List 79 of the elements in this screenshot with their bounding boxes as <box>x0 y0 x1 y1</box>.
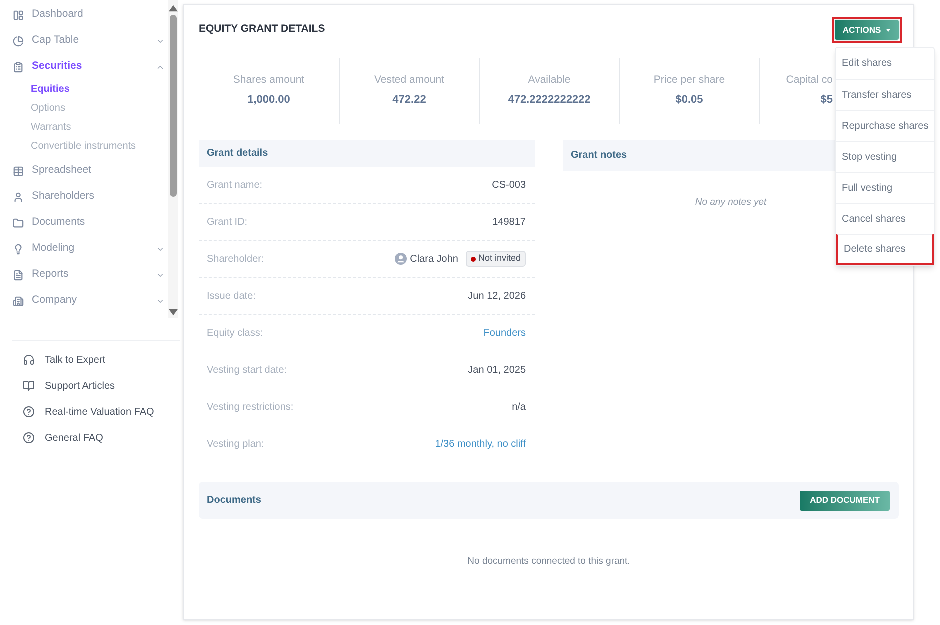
field-value: n/a <box>512 401 526 415</box>
scroll-down-icon[interactable] <box>168 309 178 316</box>
sidebar-item[interactable]: Securities <box>13 59 82 75</box>
panel-icon <box>13 10 24 20</box>
sidebar-subitem[interactable]: Convertible instruments <box>31 139 136 154</box>
stat-value: 1,000.00 <box>248 93 290 108</box>
sidebar-item[interactable]: Company <box>13 293 77 309</box>
field-label: Shareholder: <box>207 252 264 266</box>
actions-button[interactable]: ACTIONS <box>835 20 899 40</box>
field-value: CS-003 <box>492 178 526 192</box>
stat-value: 472.22 <box>392 93 426 108</box>
help-icon <box>23 406 35 418</box>
scroll-up-icon[interactable] <box>168 5 178 12</box>
sidebar-item[interactable]: Shareholders <box>13 189 94 205</box>
folder-icon <box>13 218 24 228</box>
field-value: Jan 01, 2025 <box>468 364 526 378</box>
field-label: Vesting plan: <box>207 438 264 452</box>
field-label: Equity class: <box>207 327 264 341</box>
panel-title: Grant details <box>207 147 268 161</box>
menu-item[interactable]: Stop vesting <box>836 141 934 172</box>
empty-documents-text: No documents connected to this grant. <box>468 555 630 569</box>
building-icon <box>13 296 24 306</box>
scrollbar-thumb[interactable] <box>170 15 176 197</box>
field-label: Grant ID: <box>207 216 248 230</box>
add-document-button[interactable]: ADD DOCUMENT <box>800 490 890 510</box>
menu-item[interactable]: Delete shares <box>836 234 934 265</box>
sidebar-item[interactable]: Dashboard <box>13 7 84 23</box>
section-title: Documents <box>207 494 262 508</box>
status-dot-icon <box>471 256 476 262</box>
stat-label: Vested amount <box>374 73 445 88</box>
sidebar-subitem[interactable]: Options <box>31 101 66 116</box>
menu-item[interactable]: Repurchase shares <box>836 110 934 141</box>
headphones-icon <box>23 354 35 366</box>
stat-label: Shares amount <box>233 73 305 88</box>
menu-item[interactable]: Transfer shares <box>836 79 934 110</box>
avatar-icon <box>395 253 408 265</box>
help-link[interactable]: Talk to Expert <box>23 352 106 368</box>
panel-title: Grant notes <box>571 149 628 163</box>
sidebar-item[interactable]: Modeling <box>13 241 75 257</box>
field-label: Issue date: <box>207 290 256 304</box>
field-label: Vesting start date: <box>207 364 288 378</box>
help-link[interactable]: Support Articles <box>23 378 116 394</box>
sidebar-subitem[interactable]: Warrants <box>31 120 72 135</box>
sidebar-item[interactable]: Documents <box>13 215 86 231</box>
sidebar-subitem[interactable]: Equities <box>31 82 70 97</box>
empty-notes-text: No any notes yet <box>695 196 767 210</box>
scrollbar[interactable] <box>168 0 178 318</box>
pie-chart-icon <box>13 36 24 46</box>
help-icon <box>23 432 35 444</box>
sidebar-item[interactable]: Cap Table <box>13 33 80 49</box>
stat-value: 472.2222222222 <box>508 93 591 108</box>
person-icon <box>13 192 24 202</box>
help-link[interactable]: Real-time Valuation FAQ <box>23 404 154 420</box>
sidebar-item[interactable]: Spreadsheet <box>13 163 92 179</box>
field-value: Jun 12, 2026 <box>468 290 526 304</box>
stat-value: $0.05 <box>676 93 704 108</box>
field-value: 149817 <box>492 216 526 230</box>
stat-value: $5 <box>820 93 833 108</box>
status-label: Not invited <box>478 252 521 266</box>
stat-label: Capital co <box>786 73 833 88</box>
caret-down-icon <box>886 28 892 32</box>
stat-label: Price per share <box>654 73 726 88</box>
field-label: Vesting restrictions: <box>207 401 294 415</box>
field-link[interactable]: Founders <box>484 326 526 341</box>
page-title: EQUITY GRANT DETAILS <box>199 22 326 38</box>
book-icon <box>23 380 35 392</box>
field-label: Grant name: <box>207 178 263 192</box>
sidebar-item[interactable]: Reports <box>13 267 69 283</box>
clipboard-icon <box>13 62 24 72</box>
lightbulb-icon <box>13 244 24 254</box>
menu-item[interactable]: Edit shares <box>836 48 934 79</box>
field-link[interactable]: 1/36 monthly, no cliff <box>435 437 526 452</box>
menu-item[interactable]: Cancel shares <box>836 203 934 234</box>
shareholder-name: Clara John <box>410 252 458 266</box>
help-link[interactable]: General FAQ <box>23 430 104 446</box>
menu-item[interactable]: Full vesting <box>836 172 934 203</box>
document-icon <box>13 270 24 280</box>
stat-label: Available <box>528 73 571 88</box>
table-icon <box>13 166 24 176</box>
